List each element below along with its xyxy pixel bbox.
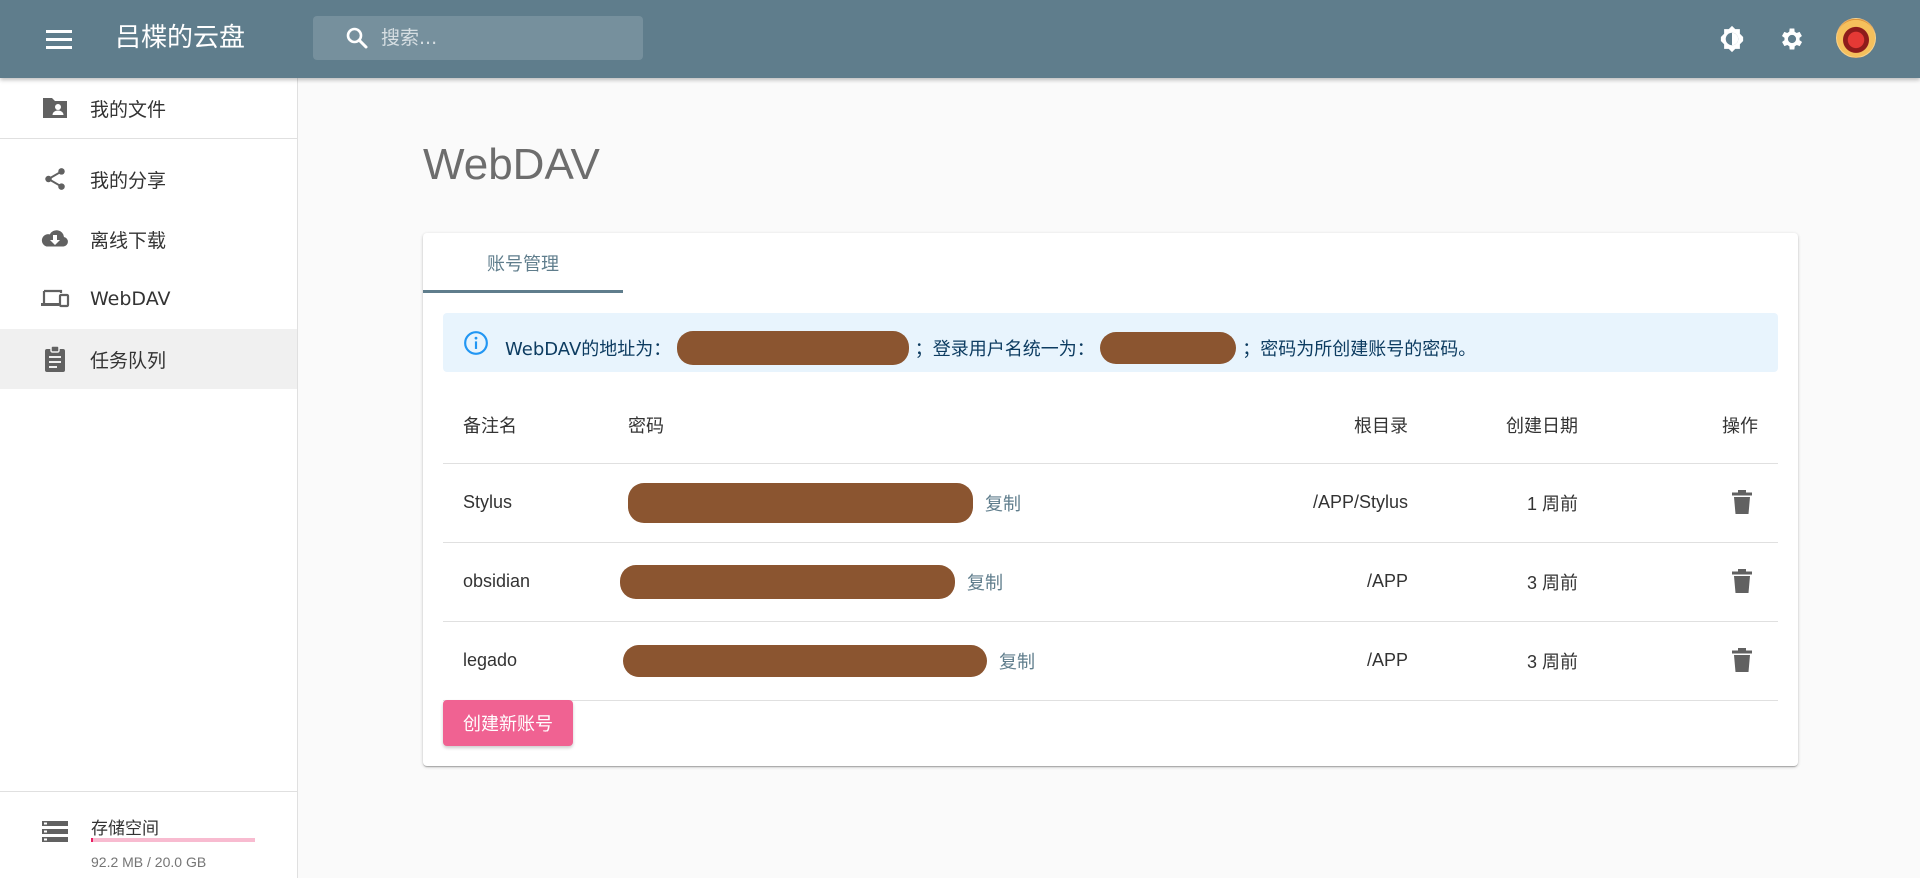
storage-usage-text: 92.2 MB / 20.0 GB [91,854,207,870]
redacted-password [620,564,955,599]
search-input[interactable] [381,27,621,49]
sidebar-item-webdav[interactable]: WebDAV [0,269,297,329]
root-dir: /APP [1168,621,1428,701]
app-bar: 吕楪的云盘 [0,0,1920,78]
actions-cell [1598,463,1778,543]
sidebar-item-label: WebDAV [90,288,171,310]
account-name: Stylus [443,463,608,543]
divider [0,138,297,139]
column-header-created: 创建日期 [1428,388,1598,464]
table-row: legado 复制 /APP 3 周前 [443,621,1778,701]
avatar[interactable] [1836,18,1876,58]
alert-middle: ；登录用户名统一为： [914,339,1095,360]
table-row: Stylus 复制 /APP/Stylus 1 周前 [443,463,1778,543]
column-header-actions: 操作 [1598,388,1778,464]
share-icon [40,164,70,194]
sidebar-item-offline-download[interactable]: 离线下载 [0,209,297,269]
storage-progress-fill [91,838,93,842]
alert-suffix: ；密码为所创建账号的密码。 [1242,339,1477,360]
root-dir: /APP/Stylus [1168,463,1428,543]
gear-icon[interactable] [1773,20,1811,58]
copy-button[interactable]: 复制 [967,573,1003,594]
account-name: obsidian [443,542,608,622]
table-row: obsidian 复制 /APP 3 周前 [443,542,1778,622]
sidebar-item-label: 我的分享 [90,169,167,192]
devices-icon [40,284,70,314]
storage-progress-bar [91,838,255,842]
password-cell: 复制 [608,621,1168,701]
info-icon [463,330,489,356]
accounts-table: 备注名 密码 根目录 创建日期 操作 Stylus 复制 /APP/Stylus… [443,388,1778,701]
clipboard-icon [40,344,70,374]
delete-icon[interactable] [1726,486,1758,518]
redacted-password [628,482,973,523]
sidebar-item-label: 任务队列 [90,349,167,372]
created-date: 3 周前 [1428,542,1598,622]
create-account-button[interactable]: 创建新账号 [443,700,573,746]
account-name: legado [443,621,608,701]
storage-panel: 存储空间 92.2 MB / 20.0 GB [0,791,297,878]
search-box[interactable] [313,16,643,60]
tab-indicator [423,290,623,293]
column-header-name: 备注名 [443,388,608,464]
delete-icon[interactable] [1726,644,1758,676]
copy-button[interactable]: 复制 [985,494,1021,515]
password-cell: 复制 [608,542,1168,622]
alert-prefix: WebDAV的地址为： [505,339,672,360]
app-title: 吕楪的云盘 [115,23,246,53]
storage-icon [40,816,70,846]
info-alert: WebDAV的地址为： ；登录用户名统一为： ；密码为所创建账号的密码。 [443,313,1778,372]
alert-text: WebDAV的地址为： ；登录用户名统一为： ；密码为所创建账号的密码。 [505,331,1476,365]
column-header-root: 根目录 [1168,388,1428,464]
brightness-icon[interactable] [1713,20,1751,58]
actions-cell [1598,621,1778,701]
column-header-password: 密码 [608,388,1168,464]
redacted-username [1100,332,1237,364]
cloud-download-icon [40,224,70,254]
sidebar-item-my-files[interactable]: 我的文件 [0,78,297,138]
sidebar-item-my-shares[interactable]: 我的分享 [0,149,297,209]
created-date: 1 周前 [1428,463,1598,543]
storage-title: 存储空间 [91,819,159,839]
search-icon [343,24,371,52]
menu-icon[interactable] [42,22,76,56]
password-cell: 复制 [608,463,1168,543]
table-header-row: 备注名 密码 根目录 创建日期 操作 [443,388,1778,464]
redacted-address [677,331,909,365]
webdav-card: 账号管理 WebDAV的地址为： ；登录用户名统一为： ；密码为所创建账号的密码… [423,233,1798,766]
tab-account-management[interactable]: 账号管理 [423,233,623,293]
sidebar-item-label: 离线下载 [90,229,167,252]
sidebar-item-task-queue[interactable]: 任务队列 [0,329,297,389]
sidebar: 我的文件 我的分享 离线下载 WebDAV 任务队列 存储空间 92.2 MB [0,78,298,878]
root-dir: /APP [1168,542,1428,622]
redacted-password [623,644,987,677]
page-title: WebDAV [423,140,600,189]
sidebar-item-label: 我的文件 [90,98,167,121]
delete-icon[interactable] [1726,565,1758,597]
folder-account-icon [40,93,70,123]
created-date: 3 周前 [1428,621,1598,701]
copy-button[interactable]: 复制 [999,652,1035,673]
actions-cell [1598,542,1778,622]
